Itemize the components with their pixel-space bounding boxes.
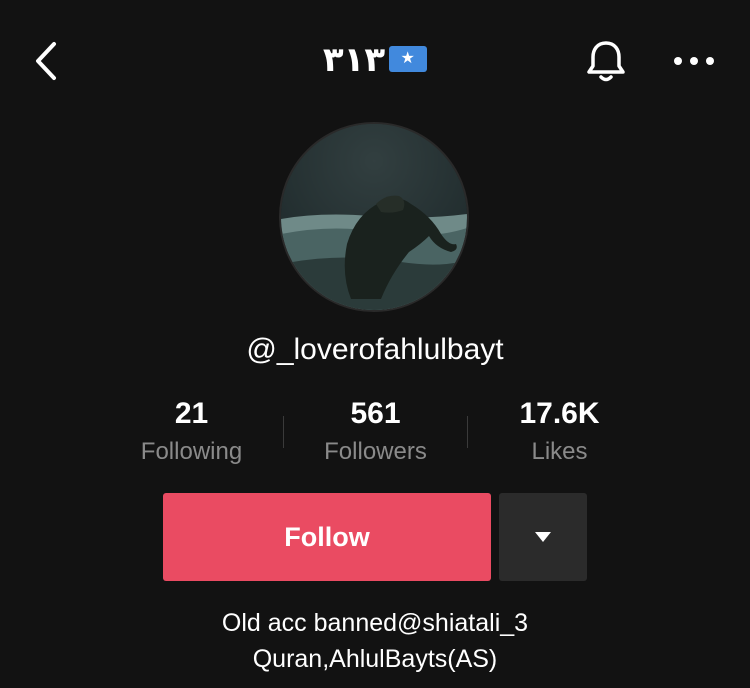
likes-label: Likes [531, 438, 588, 465]
username: @_loverofahlulbayt [246, 333, 504, 366]
title-text: ٣١٣ [322, 41, 386, 79]
bell-icon [587, 41, 625, 82]
top-bar: ٣١٣ ★ [0, 0, 750, 120]
caret-down-icon [535, 532, 551, 542]
more-dots-icon [674, 57, 714, 65]
stat-likes: 17.6K Likes [468, 392, 651, 468]
profile-bio: Old acc banned@shiatali_3 Quran,AhlulBay… [0, 605, 750, 677]
stat-following[interactable]: 21 Following [100, 392, 283, 468]
suggested-accounts-button[interactable] [499, 493, 587, 581]
follow-button[interactable]: Follow [163, 493, 491, 581]
stat-followers[interactable]: 561 Followers [284, 392, 467, 468]
more-options-button[interactable] [670, 50, 718, 72]
following-count: 21 [174, 397, 209, 430]
bio-line: Quran,AhlulBayts(AS) [252, 645, 498, 673]
likes-count: 17.6K [519, 397, 600, 430]
avatar[interactable] [279, 122, 469, 312]
followers-count: 561 [350, 397, 401, 430]
followers-label: Followers [324, 438, 427, 465]
bio-line: Old acc banned@shiatali_3 [221, 609, 529, 637]
somalia-flag-icon: ★ [389, 46, 428, 73]
following-label: Following [140, 438, 243, 465]
notification-button[interactable] [584, 38, 628, 84]
profile-stats: 21 Following 561 Followers 17.6K Likes [100, 392, 650, 472]
page-title: ٣١٣ ★ [0, 40, 750, 80]
avatar-image [281, 124, 467, 310]
